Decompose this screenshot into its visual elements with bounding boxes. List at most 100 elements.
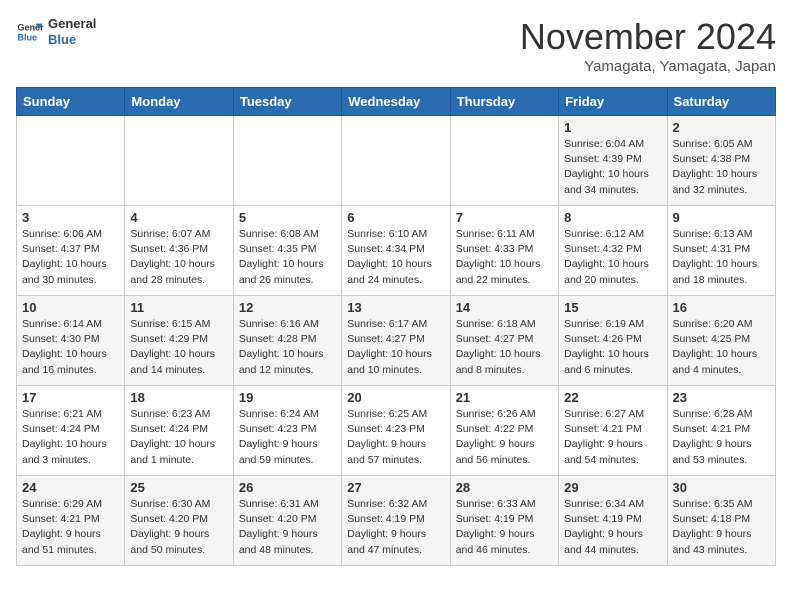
header-cell-monday: Monday <box>125 88 233 116</box>
calendar-cell: 3 Sunrise: 6:06 AM Sunset: 4:37 PM Daylig… <box>17 206 125 296</box>
day-info: Sunrise: 6:20 AM Sunset: 4:25 PM Dayligh… <box>673 317 770 378</box>
calendar-cell: 9 Sunrise: 6:13 AM Sunset: 4:31 PM Daylig… <box>667 206 775 296</box>
day-number: 30 <box>673 480 770 495</box>
location: Yamagata, Yamagata, Japan <box>520 58 776 75</box>
logo-blue: Blue <box>48 32 96 48</box>
calendar-cell: 12 Sunrise: 6:16 AM Sunset: 4:28 PM Dayli… <box>233 296 341 386</box>
day-number: 1 <box>564 120 661 135</box>
calendar-cell: 2 Sunrise: 6:05 AM Sunset: 4:38 PM Daylig… <box>667 116 775 206</box>
calendar-cell: 16 Sunrise: 6:20 AM Sunset: 4:25 PM Dayli… <box>667 296 775 386</box>
calendar-cell: 23 Sunrise: 6:28 AM Sunset: 4:21 PM Dayli… <box>667 386 775 476</box>
calendar-cell: 18 Sunrise: 6:23 AM Sunset: 4:24 PM Dayli… <box>125 386 233 476</box>
day-info: Sunrise: 6:35 AM Sunset: 4:18 PM Dayligh… <box>673 497 770 558</box>
calendar-cell: 21Sunrise: 6:26 AM Sunset: 4:22 PM Dayli… <box>450 386 558 476</box>
day-info: Sunrise: 6:15 AM Sunset: 4:29 PM Dayligh… <box>130 317 227 378</box>
day-number: 17 <box>22 390 119 405</box>
day-info: Sunrise: 6:13 AM Sunset: 4:31 PM Dayligh… <box>673 227 770 288</box>
day-info: Sunrise: 6:23 AM Sunset: 4:24 PM Dayligh… <box>130 407 227 468</box>
calendar-cell: 6Sunrise: 6:10 AM Sunset: 4:34 PM Daylig… <box>342 206 450 296</box>
day-number: 22 <box>564 390 661 405</box>
day-number: 11 <box>130 300 227 315</box>
calendar-cell: 19 Sunrise: 6:24 AM Sunset: 4:23 PM Dayli… <box>233 386 341 476</box>
logo: General Blue General Blue <box>16 16 96 47</box>
day-info: Sunrise: 6:27 AM Sunset: 4:21 PM Dayligh… <box>564 407 661 468</box>
calendar-cell: 15 Sunrise: 6:19 AM Sunset: 4:26 PM Dayli… <box>559 296 667 386</box>
day-info: Sunrise: 6:05 AM Sunset: 4:38 PM Dayligh… <box>673 137 770 198</box>
day-info: Sunrise: 6:06 AM Sunset: 4:37 PM Dayligh… <box>22 227 119 288</box>
day-number: 9 <box>673 210 770 225</box>
day-number: 5 <box>239 210 336 225</box>
calendar-cell: 4 Sunrise: 6:07 AM Sunset: 4:36 PM Daylig… <box>125 206 233 296</box>
calendar-cell <box>17 116 125 206</box>
calendar-week-row: 10Sunrise: 6:14 AM Sunset: 4:30 PM Dayli… <box>17 296 776 386</box>
header-cell-sunday: Sunday <box>17 88 125 116</box>
calendar-cell: 7 Sunrise: 6:11 AM Sunset: 4:33 PM Daylig… <box>450 206 558 296</box>
day-number: 24 <box>22 480 119 495</box>
day-info: Sunrise: 6:04 AM Sunset: 4:39 PM Dayligh… <box>564 137 661 198</box>
day-number: 2 <box>673 120 770 135</box>
header-cell-wednesday: Wednesday <box>342 88 450 116</box>
day-info: Sunrise: 6:28 AM Sunset: 4:21 PM Dayligh… <box>673 407 770 468</box>
header-cell-thursday: Thursday <box>450 88 558 116</box>
day-info: Sunrise: 6:33 AM Sunset: 4:19 PM Dayligh… <box>456 497 553 558</box>
calendar-cell <box>125 116 233 206</box>
calendar-table: SundayMondayTuesdayWednesdayThursdayFrid… <box>16 87 776 566</box>
day-info: Sunrise: 6:29 AM Sunset: 4:21 PM Dayligh… <box>22 497 119 558</box>
day-number: 13 <box>347 300 444 315</box>
day-number: 10 <box>22 300 119 315</box>
day-info: Sunrise: 6:08 AM Sunset: 4:35 PM Dayligh… <box>239 227 336 288</box>
logo-icon: General Blue <box>16 18 44 46</box>
calendar-cell: 5 Sunrise: 6:08 AM Sunset: 4:35 PM Daylig… <box>233 206 341 296</box>
day-info: Sunrise: 6:19 AM Sunset: 4:26 PM Dayligh… <box>564 317 661 378</box>
header: General Blue General Blue November 2024 … <box>16 16 776 75</box>
day-info: Sunrise: 6:11 AM Sunset: 4:33 PM Dayligh… <box>456 227 553 288</box>
calendar-cell: 22 Sunrise: 6:27 AM Sunset: 4:21 PM Dayli… <box>559 386 667 476</box>
calendar-cell: 25Sunrise: 6:30 AM Sunset: 4:20 PM Dayli… <box>125 476 233 566</box>
calendar-cell: 27 Sunrise: 6:32 AM Sunset: 4:19 PM Dayli… <box>342 476 450 566</box>
calendar-cell: 20Sunrise: 6:25 AM Sunset: 4:23 PM Dayli… <box>342 386 450 476</box>
calendar-cell <box>233 116 341 206</box>
day-number: 28 <box>456 480 553 495</box>
calendar-cell: 1 Sunrise: 6:04 AM Sunset: 4:39 PM Daylig… <box>559 116 667 206</box>
calendar-week-row: 3 Sunrise: 6:06 AM Sunset: 4:37 PM Daylig… <box>17 206 776 296</box>
day-number: 29 <box>564 480 661 495</box>
header-cell-tuesday: Tuesday <box>233 88 341 116</box>
calendar-header-row: SundayMondayTuesdayWednesdayThursdayFrid… <box>17 88 776 116</box>
day-number: 7 <box>456 210 553 225</box>
day-info: Sunrise: 6:30 AM Sunset: 4:20 PM Dayligh… <box>130 497 227 558</box>
day-info: Sunrise: 6:32 AM Sunset: 4:19 PM Dayligh… <box>347 497 444 558</box>
day-number: 3 <box>22 210 119 225</box>
day-number: 4 <box>130 210 227 225</box>
day-number: 23 <box>673 390 770 405</box>
day-number: 18 <box>130 390 227 405</box>
day-info: Sunrise: 6:16 AM Sunset: 4:28 PM Dayligh… <box>239 317 336 378</box>
day-number: 26 <box>239 480 336 495</box>
calendar-cell: 29 Sunrise: 6:34 AM Sunset: 4:19 PM Dayli… <box>559 476 667 566</box>
day-number: 20 <box>347 390 444 405</box>
calendar-week-row: 1 Sunrise: 6:04 AM Sunset: 4:39 PM Daylig… <box>17 116 776 206</box>
calendar-cell: 11 Sunrise: 6:15 AM Sunset: 4:29 PM Dayli… <box>125 296 233 386</box>
title-area: November 2024 Yamagata, Yamagata, Japan <box>520 16 776 75</box>
calendar-cell: 17Sunrise: 6:21 AM Sunset: 4:24 PM Dayli… <box>17 386 125 476</box>
day-number: 15 <box>564 300 661 315</box>
calendar-cell <box>342 116 450 206</box>
day-number: 6 <box>347 210 444 225</box>
day-number: 16 <box>673 300 770 315</box>
day-number: 19 <box>239 390 336 405</box>
calendar-cell: 28 Sunrise: 6:33 AM Sunset: 4:19 PM Dayli… <box>450 476 558 566</box>
day-info: Sunrise: 6:17 AM Sunset: 4:27 PM Dayligh… <box>347 317 444 378</box>
day-info: Sunrise: 6:26 AM Sunset: 4:22 PM Dayligh… <box>456 407 553 468</box>
calendar-cell: 14Sunrise: 6:18 AM Sunset: 4:27 PM Dayli… <box>450 296 558 386</box>
month-title: November 2024 <box>520 16 776 58</box>
day-info: Sunrise: 6:24 AM Sunset: 4:23 PM Dayligh… <box>239 407 336 468</box>
calendar-week-row: 17Sunrise: 6:21 AM Sunset: 4:24 PM Dayli… <box>17 386 776 476</box>
day-info: Sunrise: 6:34 AM Sunset: 4:19 PM Dayligh… <box>564 497 661 558</box>
day-number: 27 <box>347 480 444 495</box>
day-number: 12 <box>239 300 336 315</box>
day-info: Sunrise: 6:07 AM Sunset: 4:36 PM Dayligh… <box>130 227 227 288</box>
calendar-cell: 13 Sunrise: 6:17 AM Sunset: 4:27 PM Dayli… <box>342 296 450 386</box>
day-number: 14 <box>456 300 553 315</box>
calendar-cell: 30 Sunrise: 6:35 AM Sunset: 4:18 PM Dayli… <box>667 476 775 566</box>
calendar-cell: 10Sunrise: 6:14 AM Sunset: 4:30 PM Dayli… <box>17 296 125 386</box>
header-cell-saturday: Saturday <box>667 88 775 116</box>
